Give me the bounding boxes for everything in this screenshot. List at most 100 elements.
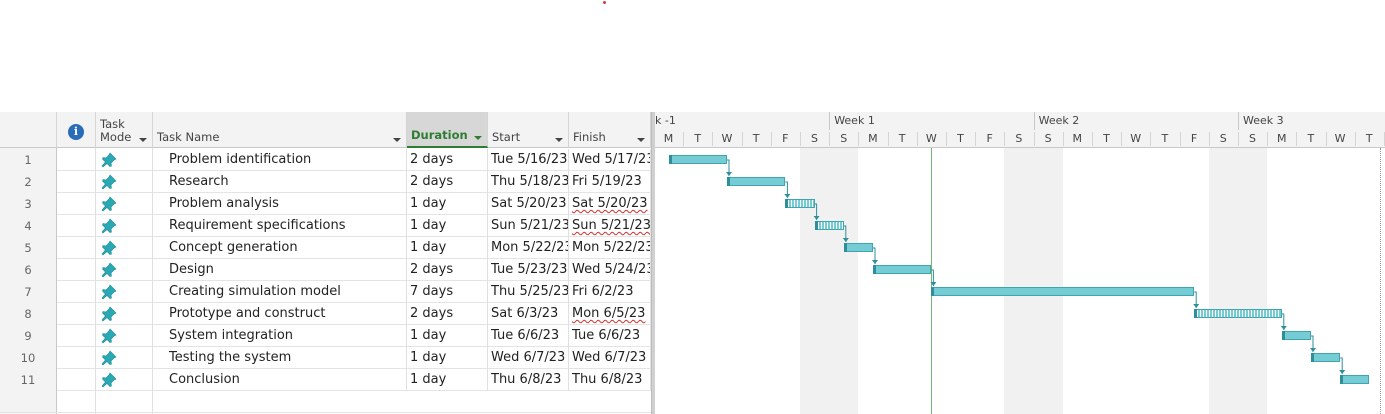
start-cell[interactable]: Wed 6/7/23 (488, 347, 569, 369)
duration-cell[interactable]: 2 days (407, 259, 488, 281)
row-number[interactable]: 5 (0, 237, 57, 259)
duration-cell[interactable]: 1 day (407, 369, 488, 391)
task-mode-column-header[interactable]: Task Mode (96, 112, 153, 148)
finish-cell[interactable]: Tue 6/6/23 (569, 325, 651, 347)
finish-cell[interactable]: Wed 6/7/23 (569, 347, 651, 369)
task-mode-cell[interactable] (96, 281, 153, 303)
task-name-cell[interactable]: Research (153, 171, 407, 193)
chevron-down-icon[interactable] (555, 138, 563, 142)
finish-cell[interactable]: Fri 5/19/23 (569, 171, 651, 193)
row-number[interactable]: 1 (0, 149, 57, 171)
indicator-cell[interactable] (57, 259, 96, 281)
indicator-cell[interactable] (57, 171, 96, 193)
task-mode-cell[interactable] (96, 171, 153, 193)
task-name-cell[interactable]: Requirement specifications (153, 215, 407, 237)
finish-cell[interactable]: Mon 5/22/23 (569, 237, 651, 259)
task-mode-cell[interactable] (96, 303, 153, 325)
finish-cell[interactable]: Wed 5/17/23 (569, 149, 651, 171)
start-cell[interactable]: Tue 5/16/23 (488, 149, 569, 171)
duration-cell[interactable]: 1 day (407, 193, 488, 215)
empty-table-row[interactable] (0, 391, 651, 413)
task-mode-cell[interactable] (96, 215, 153, 237)
chevron-down-icon[interactable] (474, 136, 482, 140)
duration-cell[interactable]: 2 days (407, 149, 488, 171)
task-name-column-header[interactable]: Task Name (153, 112, 407, 148)
row-number[interactable]: 10 (0, 347, 57, 369)
indicator-cell[interactable] (57, 149, 96, 171)
start-cell[interactable]: Tue 5/23/23 (488, 259, 569, 281)
task-mode-cell[interactable] (96, 237, 153, 259)
finish-cell[interactable]: Sun 5/21/23 (569, 215, 651, 237)
table-row[interactable]: 7 Creating simulation model 7 days Thu 5/25… (0, 281, 651, 303)
row-number[interactable]: 8 (0, 303, 57, 325)
task-name-cell[interactable]: Creating simulation model (153, 281, 407, 303)
duration-column-header[interactable]: Duration (407, 112, 488, 148)
duration-cell[interactable]: 1 day (407, 215, 488, 237)
duration-cell[interactable]: 2 days (407, 171, 488, 193)
table-row[interactable]: 3 Problem analysis 1 day Sat 5/20/23 Sat 5/2… (0, 193, 651, 215)
task-mode-cell[interactable] (96, 149, 153, 171)
indicator-cell[interactable] (57, 281, 96, 303)
task-mode-cell[interactable] (96, 347, 153, 369)
start-cell[interactable]: Mon 5/22/23 (488, 237, 569, 259)
row-number[interactable]: 9 (0, 325, 57, 347)
task-mode-cell[interactable] (96, 369, 153, 391)
table-row[interactable]: 9 System integration 1 day Tue 6/6/23 Tue 6/… (0, 325, 651, 347)
table-row[interactable]: 5 Concept generation 1 day Mon 5/22/23 Mon 5… (0, 237, 651, 259)
start-column-header[interactable]: Start (488, 112, 569, 148)
task-mode-cell[interactable] (96, 259, 153, 281)
duration-cell[interactable]: 2 days (407, 303, 488, 325)
task-name-cell[interactable]: System integration (153, 325, 407, 347)
task-name-cell[interactable]: Testing the system (153, 347, 407, 369)
task-name-cell[interactable]: Prototype and construct (153, 303, 407, 325)
table-row[interactable]: 8 Prototype and construct 2 days Sat 6/3/23… (0, 303, 651, 325)
finish-cell[interactable]: Fri 6/2/23 (569, 281, 651, 303)
task-name-cell[interactable]: Conclusion (153, 369, 407, 391)
row-number[interactable]: 4 (0, 215, 57, 237)
table-row[interactable]: 6 Design 2 days Tue 5/23/23 Wed 5/24/23 (0, 259, 651, 281)
finish-cell[interactable]: Wed 5/24/23 (569, 259, 651, 281)
duration-cell[interactable]: 1 day (407, 237, 488, 259)
table-row[interactable]: 2 Research 2 days Thu 5/18/23 Fri 5/19/23 (0, 171, 651, 193)
task-name-cell[interactable]: Design (153, 259, 407, 281)
start-cell[interactable]: Sat 5/20/23 (488, 193, 569, 215)
chevron-down-icon[interactable] (637, 138, 645, 142)
indicators-column-header[interactable]: i (57, 112, 96, 148)
row-number[interactable]: 6 (0, 259, 57, 281)
finish-cell[interactable]: Thu 6/8/23 (569, 369, 651, 391)
indicator-cell[interactable] (57, 303, 96, 325)
table-row[interactable]: 10 Testing the system 1 day Wed 6/7/23 Wed 6… (0, 347, 651, 369)
finish-cell[interactable]: Sat 5/20/23 (569, 193, 651, 215)
table-row[interactable]: 1 Problem identification 2 days Tue 5/16/23… (0, 149, 651, 171)
row-number[interactable]: 2 (0, 171, 57, 193)
start-cell[interactable]: Sun 5/21/23 (488, 215, 569, 237)
row-number[interactable]: 3 (0, 193, 57, 215)
indicator-cell[interactable] (57, 193, 96, 215)
chevron-down-icon[interactable] (139, 138, 147, 142)
chevron-down-icon[interactable] (393, 138, 401, 142)
indicator-cell[interactable] (57, 237, 96, 259)
indicator-cell[interactable] (57, 215, 96, 237)
indicator-cell[interactable] (57, 347, 96, 369)
finish-column-header[interactable]: Finish (569, 112, 651, 148)
task-mode-cell[interactable] (96, 325, 153, 347)
start-cell[interactable]: Thu 5/18/23 (488, 171, 569, 193)
task-name-cell[interactable]: Problem identification (153, 149, 407, 171)
start-cell[interactable]: Tue 6/6/23 (488, 325, 569, 347)
table-row[interactable]: 11 Conclusion 1 day Thu 6/8/23 Thu 6/8/23 (0, 369, 651, 391)
start-cell[interactable]: Thu 6/8/23 (488, 369, 569, 391)
indicator-cell[interactable] (57, 325, 96, 347)
finish-cell[interactable]: Mon 6/5/23 (569, 303, 651, 325)
duration-cell[interactable]: 1 day (407, 325, 488, 347)
task-name-cell[interactable]: Problem analysis (153, 193, 407, 215)
task-mode-cell[interactable] (96, 193, 153, 215)
task-name-cell[interactable]: Concept generation (153, 237, 407, 259)
select-all-corner[interactable] (0, 112, 57, 148)
row-number[interactable]: 7 (0, 281, 57, 303)
row-number[interactable]: 11 (0, 369, 57, 391)
table-row[interactable]: 4 Requirement specifications 1 day Sun 5/21… (0, 215, 651, 237)
duration-cell[interactable]: 7 days (407, 281, 488, 303)
indicator-cell[interactable] (57, 369, 96, 391)
start-cell[interactable]: Sat 6/3/23 (488, 303, 569, 325)
duration-cell[interactable]: 1 day (407, 347, 488, 369)
